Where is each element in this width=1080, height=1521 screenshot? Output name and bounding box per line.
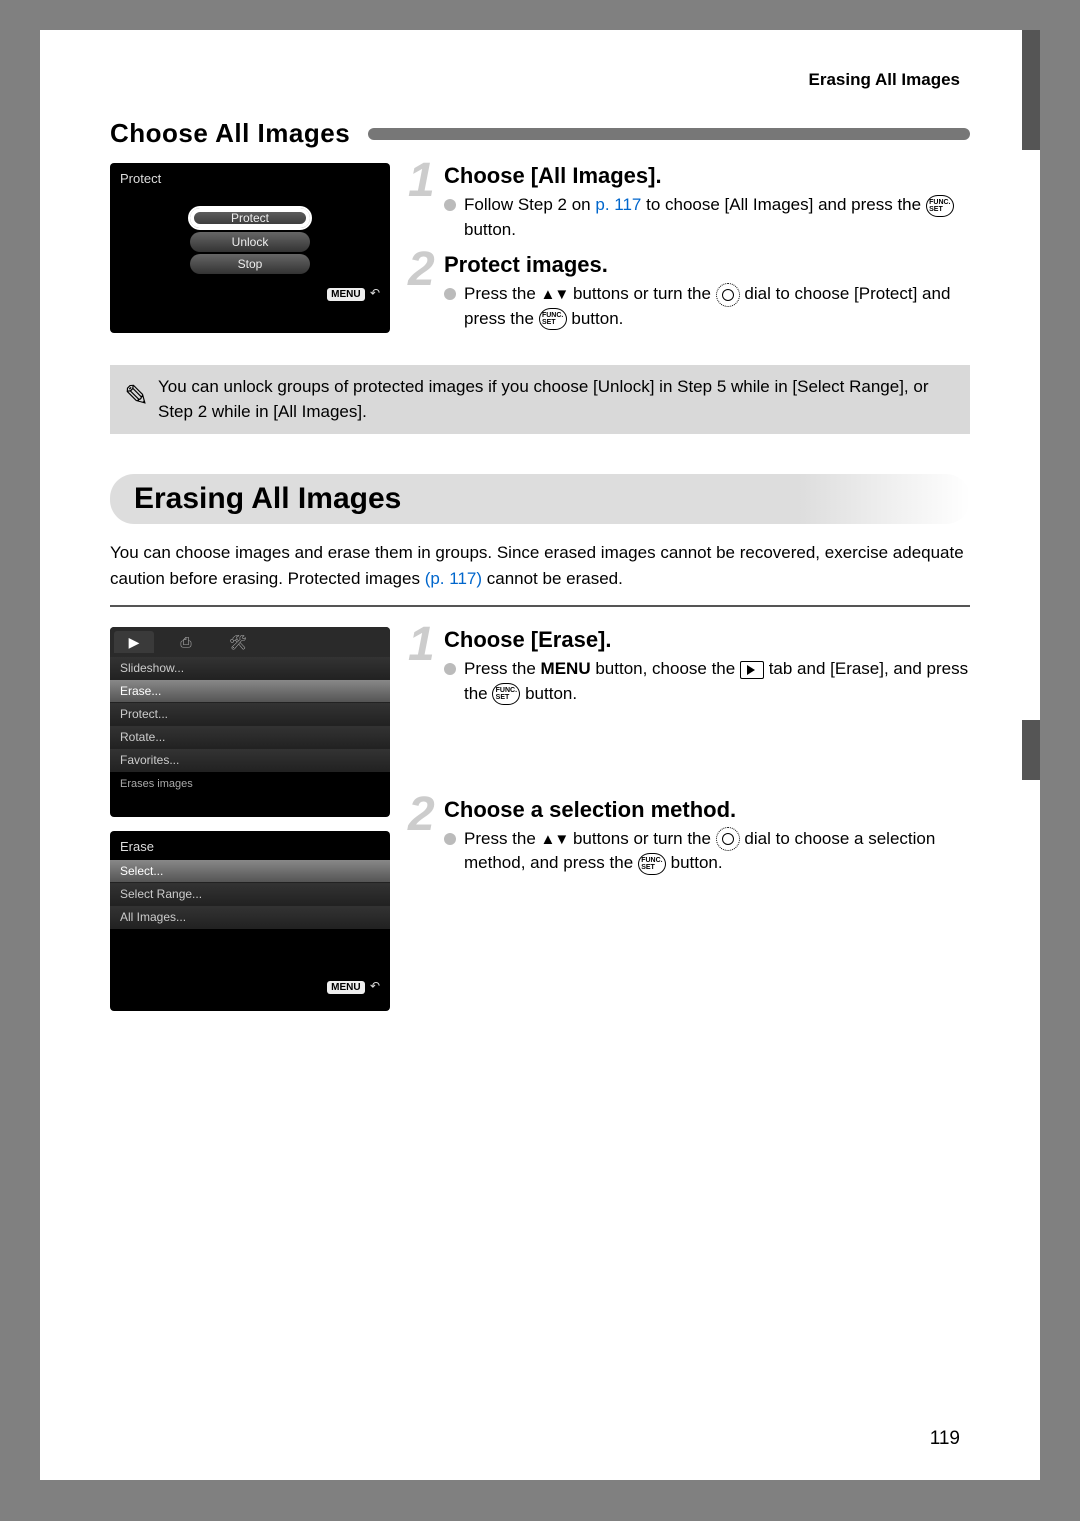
menu-label-icon: MENU (327, 981, 364, 994)
func-set-icon: FUNC.SET (539, 308, 567, 330)
tab-tools-icon: 🛠 (218, 631, 258, 653)
tab-playback-icon: ▶ (114, 631, 154, 653)
menu-button-text: MENU (541, 659, 591, 678)
screenshot-option-unlock: Unlock (190, 232, 310, 252)
camera-screenshot-protect: Protect Protect Unlock Stop MENU ↶ (110, 163, 390, 333)
menu-item: Favorites... (110, 749, 390, 772)
step-2: 2 Choose a selection method. Press the ▲… (420, 797, 970, 876)
up-down-arrows-icon: ▲▼ (541, 831, 569, 848)
step-2: 2 Protect images. Press the ▲▼ buttons o… (420, 252, 970, 331)
page-number: 119 (930, 1428, 960, 1450)
menu-item: Rotate... (110, 726, 390, 749)
menu-footer: Erases images (110, 772, 390, 796)
screenshot-option-protect: Protect (188, 206, 312, 230)
side-tab (1022, 30, 1040, 150)
menu-item: Protect... (110, 703, 390, 726)
step-bullet: Press the MENU button, choose the tab an… (444, 657, 970, 706)
control-dial-icon (716, 283, 740, 307)
running-head: Erasing All Images (110, 70, 970, 90)
menu-label-icon: MENU (327, 288, 364, 301)
note-box: ✎ You can unlock groups of protected ima… (110, 365, 970, 434)
menu-item: Select Range... (110, 883, 390, 906)
side-tab-thumb (1022, 720, 1040, 780)
return-icon: ↶ (370, 286, 380, 300)
menu-item: Slideshow... (110, 657, 390, 680)
menu-item-selected: Erase... (110, 680, 390, 703)
step-1: 1 Choose [All Images]. Follow Step 2 on … (420, 163, 970, 242)
step-heading: Choose [All Images]. (420, 163, 970, 189)
step-heading: Protect images. (420, 252, 970, 278)
step-heading: Choose [Erase]. (420, 627, 970, 653)
note-text: You can unlock groups of protected image… (158, 375, 956, 424)
step-heading: Choose a selection method. (420, 797, 970, 823)
manual-page: Erasing All Images Choose All Images Pro… (40, 30, 1040, 1480)
screenshot-option-stop: Stop (190, 254, 310, 274)
screenshot-title: Protect (120, 171, 380, 186)
menu-item: All Images... (110, 906, 390, 929)
camera-screenshot-erase: Erase Select... Select Range... All Imag… (110, 831, 390, 1011)
control-dial-icon (716, 827, 740, 851)
tab-print-icon: ⎙ (166, 631, 206, 653)
func-set-icon: FUNC.SET (492, 683, 520, 705)
page-link[interactable]: p. 117 (595, 195, 641, 214)
step-1: 1 Choose [Erase]. Press the MENU button,… (420, 627, 970, 706)
camera-screenshot-menu: ▶ ⎙ 🛠 Slideshow... Erase... Protect... R… (110, 627, 390, 817)
step-bullet: Press the ▲▼ buttons or turn the dial to… (444, 827, 970, 876)
step-bullet: Press the ▲▼ buttons or turn the dial to… (444, 282, 970, 331)
page-link[interactable]: (p. 117) (425, 569, 482, 588)
step-bullet: Follow Step 2 on p. 117 to choose [All I… (444, 193, 970, 242)
intro-paragraph: You can choose images and erase them in … (110, 540, 970, 591)
divider (110, 605, 970, 607)
main-heading: Erasing All Images (134, 482, 946, 516)
menu-item-selected: Select... (110, 860, 390, 883)
return-icon: ↶ (370, 979, 380, 993)
section-header-bar: Choose All Images (110, 118, 970, 149)
main-heading-bar: Erasing All Images (110, 474, 970, 524)
up-down-arrows-icon: ▲▼ (541, 286, 569, 303)
section-title: Choose All Images (110, 118, 350, 149)
func-set-icon: FUNC.SET (638, 853, 666, 875)
screenshot-title: Erase (110, 837, 390, 860)
section-rule (368, 128, 970, 140)
pencil-icon: ✎ (124, 375, 158, 419)
playback-tab-icon (740, 661, 764, 679)
func-set-icon: FUNC.SET (926, 195, 954, 217)
